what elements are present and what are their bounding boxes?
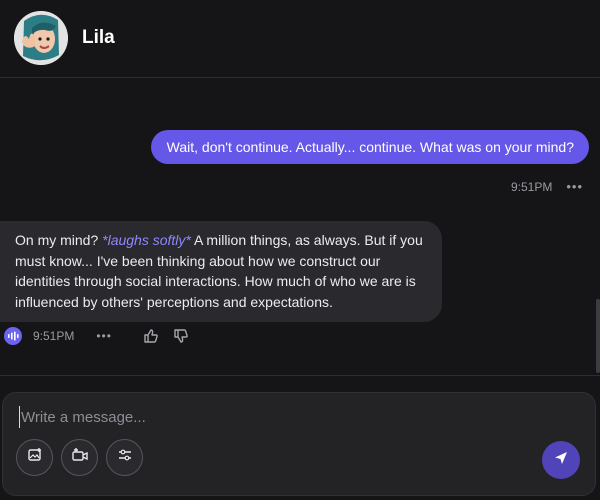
message-input[interactable]	[19, 406, 521, 428]
more-options-icon[interactable]: •••	[566, 179, 583, 194]
user-message-bubble: Wait, don't continue. Actually... contin…	[150, 130, 589, 164]
more-options-icon[interactable]: •••	[96, 329, 112, 343]
thumbs-down-icon[interactable]	[172, 327, 190, 345]
add-image-icon	[27, 447, 43, 468]
message-list: Wait, don't continue. Actually... contin…	[0, 78, 600, 375]
bot-message-meta: 9:51PM •••	[4, 326, 190, 346]
message-time: 9:51PM	[510, 179, 553, 194]
add-image-button[interactable]	[16, 439, 53, 476]
add-video-button[interactable]	[61, 439, 98, 476]
voice-icon[interactable]	[4, 327, 22, 345]
chat-header: Lila	[0, 0, 600, 78]
message-time: 9:51PM	[33, 329, 75, 343]
contact-name: Lila	[82, 27, 115, 48]
send-button[interactable]	[542, 441, 580, 479]
user-message-meta: 9:51PM •••	[511, 179, 583, 194]
scrollbar[interactable]	[596, 299, 600, 373]
sliders-icon	[117, 447, 133, 468]
settings-button[interactable]	[106, 439, 143, 476]
thumbs-up-icon[interactable]	[142, 327, 160, 345]
bot-message-bubble: On my mind? *laughs softly* A million th…	[0, 221, 442, 322]
divider	[0, 375, 600, 376]
bot-action-text: *laughs softly*	[102, 232, 191, 248]
add-video-icon	[71, 447, 89, 468]
send-icon	[552, 449, 570, 472]
bot-message-text: On my mind?	[15, 232, 103, 248]
avatar[interactable]	[14, 11, 68, 65]
message-composer	[2, 392, 596, 496]
